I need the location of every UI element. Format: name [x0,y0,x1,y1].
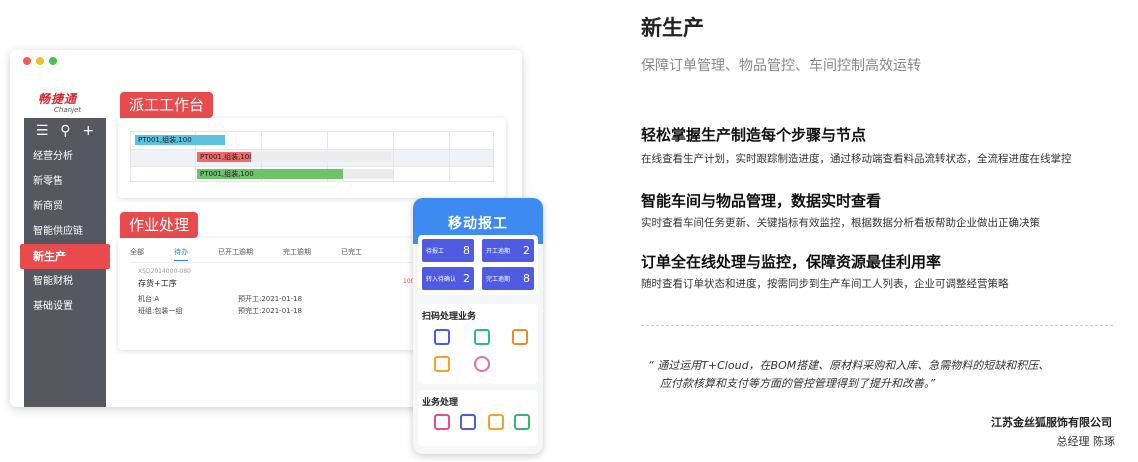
feature-heading: 订单全在线处理与监控，保障资源最佳利用率 [641,253,942,271]
maximize-dot-icon[interactable] [49,57,57,65]
gantt-bar-track [251,152,391,162]
jobs-title: 作业处理 [120,212,199,238]
stat-label: 待报工 [426,248,445,255]
business-section-title: 业务处理 [422,398,459,408]
chanjet-logo: 畅捷通 Chanjet [38,90,98,114]
scan-code-icon[interactable] [474,329,490,345]
plan-start-label: 预开工:2021-01-18 [238,295,303,303]
sidebar-item-new-commerce[interactable]: 新商贸 [24,194,106,219]
bom-icon[interactable] [460,414,476,430]
add-icon[interactable]: + [82,123,94,139]
stat-finish-overdue[interactable]: 完工逾期 8 [482,267,534,290]
stat-value: 2 [523,244,530,257]
quote-line: 应付款核算和支付等方面的管控管理得到了提升和改善。” [660,377,936,390]
tabs-divider [130,262,416,263]
machine-label: 机台:A [138,295,160,303]
stat-value: 8 [463,244,470,257]
stat-pending-report[interactable]: 待报工 8 [422,239,474,262]
jobs-panel: 全部 待办 已开工逾期 完工逾期 已完工 XSD2014000-080 存货+工… [118,238,418,350]
tab-finished[interactable]: 已完工 [341,247,362,261]
sidebar-item-finance-tax[interactable]: 智能财税 [24,269,106,294]
feature-heading: 轻松掌握生产制造每个步骤与节点 [641,126,867,144]
quote-line: “ 通过运用T+Cloud，在BOM搭建、原材料采购和入库、急需物料的短缺和积压… [648,359,1050,372]
logo-text-cn: 畅捷通 [38,92,78,106]
gantt-row-line [131,166,493,167]
scan-section: 扫码处理业务 [418,304,538,384]
company-name: 江苏金丝狐服饰有限公司 [991,416,1112,429]
minimize-dot-icon[interactable] [36,57,44,65]
gantt-row-line [131,149,493,150]
search-icon[interactable]: ⚲ [60,123,70,139]
person-title: 总经理 陈琢 [1056,435,1116,448]
customer-quote: “ 通过运用T+Cloud，在BOM搭建、原材料采购和入库、急需物料的短缺和积压… [648,357,1118,393]
mobile-phone: 移动报工 待报工 8 开工逾期 2 转入待确认 2 完工逾期 8 扫码处理业务 … [413,198,543,454]
tab-start-overdue[interactable]: 已开工逾期 [218,247,253,261]
page-title: 新生产 [641,16,704,40]
menu-icon[interactable]: ☰ [36,123,49,139]
sidebar-item-new-retail[interactable]: 新零售 [24,169,106,194]
scan-box-icon[interactable] [512,329,528,345]
stat-value: 8 [523,272,530,285]
sidebar-toolbar: ☰ ⚲ + [24,118,106,144]
stat-label: 转入待确认 [426,276,457,283]
page-subtitle: 保障订单管理、物品管控、车间控制高效运转 [641,58,921,74]
feature-heading: 智能车间与物品管理，数据实时查看 [641,192,882,210]
gantt-bar[interactable]: PT001,组装,100 [197,152,254,162]
scan-check-icon[interactable] [474,356,490,372]
document-icon[interactable] [514,414,530,430]
stat-label: 开工逾期 [486,248,511,255]
order-title[interactable]: 存货+工序 [138,278,177,289]
stat-label: 完工逾期 [486,276,511,283]
gantt-bar[interactable]: PT001,组装,100 [135,135,225,145]
sidebar-item-supply-chain[interactable]: 智能供应链 [24,219,106,244]
tab-todo[interactable]: 待办 [174,247,188,261]
feature-description: 在线查看生产计划，实时跟踪制造进度，通过移动端查看料品流转状态，全流程进度在线掌… [641,153,1072,165]
gantt-col-line [393,132,394,181]
stat-start-overdue[interactable]: 开工逾期 2 [482,239,534,262]
gantt-bar[interactable]: PT001,组装,100 [197,169,343,179]
gantt-col-line [449,132,450,181]
close-dot-icon[interactable] [23,57,31,65]
order-number: XSD2014000-080 [138,268,191,275]
business-section: 业务处理 [418,390,538,446]
tab-finish-overdue[interactable]: 完工逾期 [283,247,311,261]
gantt-grid: PT001,组装,100 PT001,组装,100 PT001,组装,100 [130,131,494,182]
scan-warehouse-icon[interactable] [434,356,450,372]
dispatch-title: 派工工作台 [120,92,214,118]
sidebar: ☰ ⚲ + 经营分析 新零售 新商贸 智能供应链 新生产 智能财税 基础设置 [20,118,110,407]
stat-pending-confirm[interactable]: 转入待确认 2 [422,267,474,290]
divider [641,325,1113,326]
tab-all[interactable]: 全部 [130,247,144,261]
window-title-bar [10,50,522,72]
logo-text-en: Chanjet [54,106,82,114]
feature-description: 随时查看订单状态和进度，按需同步到生产车间工人列表，企业可调整经营策略 [641,278,1009,290]
sidebar-item-basic-settings[interactable]: 基础设置 [24,294,106,319]
sidebar-item-new-production[interactable]: 新生产 [20,244,110,269]
mobile-stats-card: 待报工 8 开工逾期 2 转入待确认 2 完工逾期 8 [418,235,538,295]
plan-end-label: 预完工:2021-01-18 [238,307,303,315]
dispatch-panel: PT001,组装,100 PT001,组装,100 PT001,组装,100 [118,118,506,198]
team-label: 班组:包装一组 [138,307,183,315]
stat-value: 2 [463,272,470,285]
task-list-icon[interactable] [434,414,450,430]
transfer-icon[interactable] [488,414,504,430]
gantt-bar-track [343,169,393,179]
sidebar-item-business-analysis[interactable]: 经营分析 [24,144,106,169]
jobs-tabs: 全部 待办 已开工逾期 完工逾期 已完工 [130,247,392,261]
feature-description: 实时查看车间任务更新、关键指标有效监控，根据数据分析看板帮助企业做出正确决策 [641,217,1040,229]
scan-section-title: 扫码处理业务 [422,312,477,322]
scan-document-icon[interactable] [434,329,450,345]
